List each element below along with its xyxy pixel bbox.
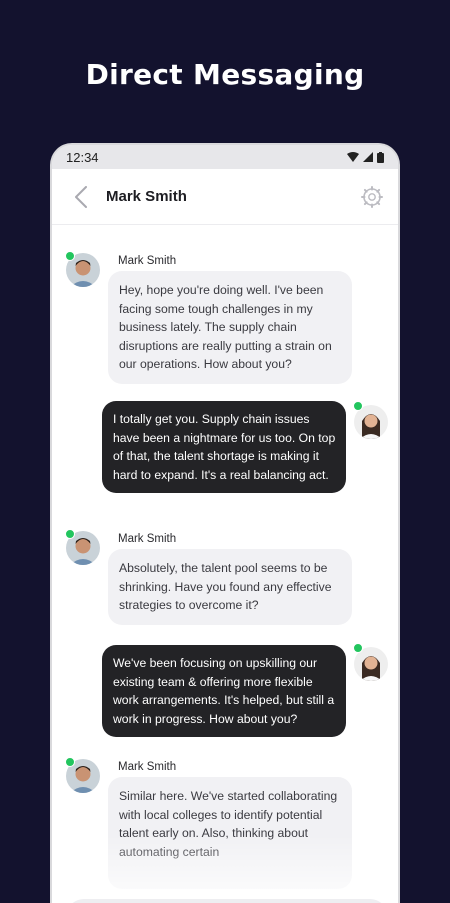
online-indicator <box>65 251 75 261</box>
chevron-left-icon <box>75 185 87 208</box>
incoming-message[interactable]: Absolutely, the talent pool seems to be … <box>108 549 352 625</box>
incoming-message[interactable]: Hey, hope you're doing well. I've been f… <box>108 271 352 384</box>
page-headline: Direct Messaging <box>85 58 365 91</box>
gear-icon[interactable] <box>360 185 384 209</box>
online-indicator <box>353 643 363 653</box>
status-bar: 12:34 <box>52 145 398 169</box>
outgoing-message[interactable]: We've been focusing on upskilling our ex… <box>102 645 346 737</box>
sender-name: Mark Smith <box>118 761 177 773</box>
back-button[interactable] <box>70 183 92 211</box>
wifi-icon <box>347 152 359 162</box>
phone-frame: 12:34 Mark Smith Mark Smith Hey, hope yo… <box>50 143 400 903</box>
online-indicator <box>65 757 75 767</box>
contact-name[interactable]: Mark Smith <box>106 188 360 205</box>
sender-name: Mark Smith <box>118 255 177 267</box>
status-time: 12:34 <box>66 149 99 165</box>
cell-signal-icon <box>363 152 373 162</box>
online-indicator <box>353 401 363 411</box>
incoming-message[interactable]: Similar here. We've started collaboratin… <box>108 777 352 889</box>
sender-name: Mark Smith <box>118 533 177 545</box>
online-indicator <box>65 529 75 539</box>
message-thread[interactable]: Mark Smith Hey, hope you're doing well. … <box>52 225 398 903</box>
outgoing-message[interactable]: I totally get you. Supply chain issues h… <box>102 401 346 493</box>
chat-header: Mark Smith <box>52 169 398 225</box>
battery-icon <box>377 151 384 163</box>
status-icons <box>347 151 384 163</box>
